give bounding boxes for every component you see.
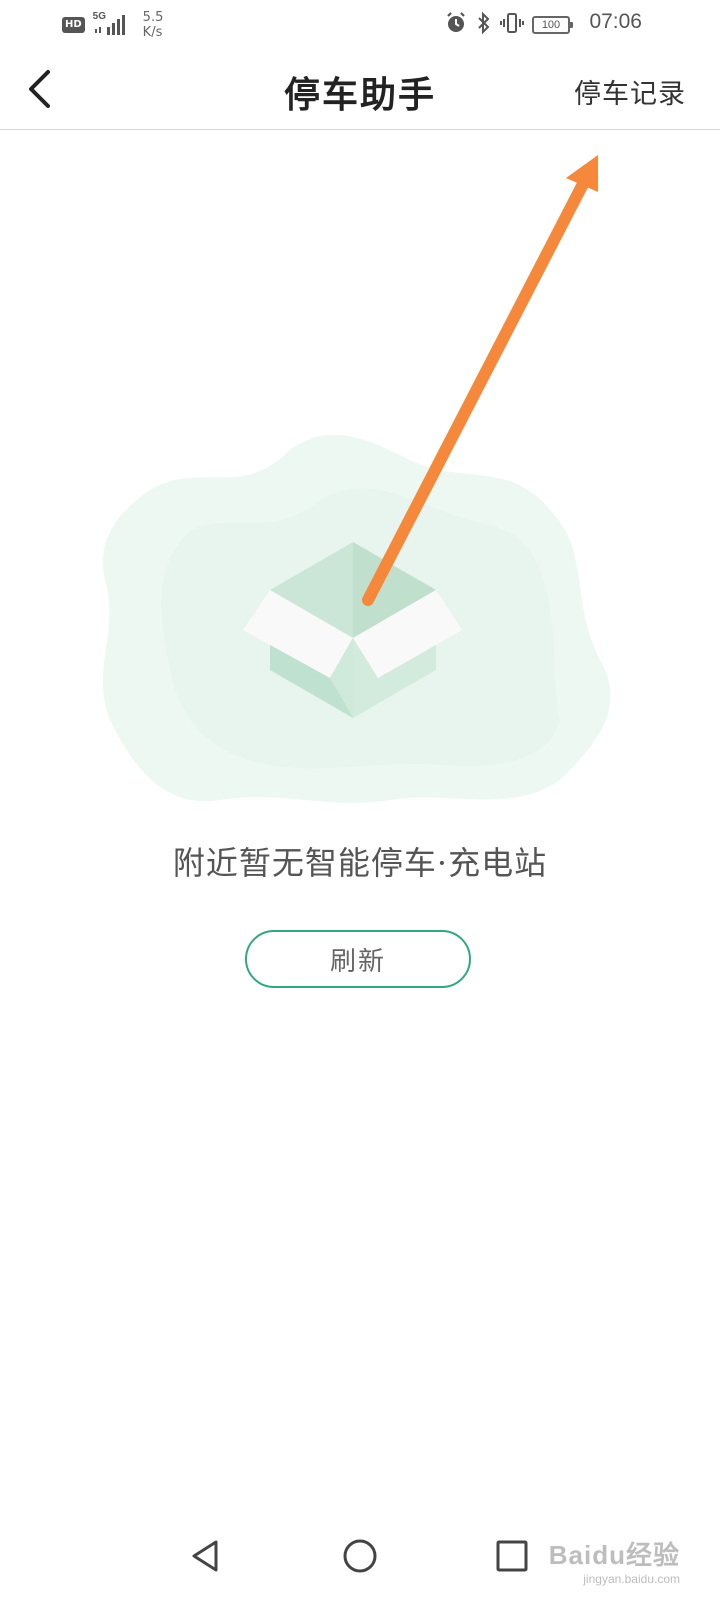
status-bar-right: 100	[444, 8, 573, 42]
battery-level: 100	[541, 19, 561, 31]
triangle-back-icon	[192, 1540, 218, 1572]
status-bar-left: HD 5G 5.5 K/s	[62, 8, 163, 42]
system-nav-bar: Baidu经验 jingyan.baidu.com	[0, 1520, 720, 1600]
nav-recent-button[interactable]	[488, 1532, 536, 1580]
net-speed-unit: K/s	[142, 25, 163, 40]
status-time: 07:06	[589, 10, 642, 33]
nav-home-button[interactable]	[336, 1532, 384, 1580]
bluetooth-icon	[476, 11, 492, 39]
hd-badge: HD	[62, 17, 85, 33]
refresh-button[interactable]: 刷新	[245, 930, 471, 988]
nav-back-button[interactable]	[182, 1532, 230, 1580]
watermark-url: jingyan.baidu.com	[583, 1572, 680, 1586]
battery-icon: 100	[532, 16, 573, 34]
baidu-watermark: Baidu经验 jingyan.baidu.com	[549, 1535, 680, 1586]
watermark-logo: Baidu经验	[548, 1540, 680, 1570]
alarm-icon	[444, 11, 468, 39]
empty-state-message: 附近暂无智能停车·充电站	[172, 844, 548, 882]
status-bar: HD 5G 5.5 K/s 100 07:06	[0, 0, 720, 50]
square-recent-icon	[496, 1540, 528, 1572]
circle-home-icon	[343, 1539, 377, 1573]
app-header: 停车助手 停车记录	[0, 50, 720, 130]
parking-records-link[interactable]: 停车记录	[574, 72, 686, 111]
vibrate-icon	[500, 11, 524, 39]
signal-icon: 5G	[93, 11, 131, 37]
net-speed: 5.5 K/s	[143, 10, 164, 40]
net-speed-value: 5.5	[142, 10, 164, 25]
empty-box-illustration	[102, 434, 611, 803]
